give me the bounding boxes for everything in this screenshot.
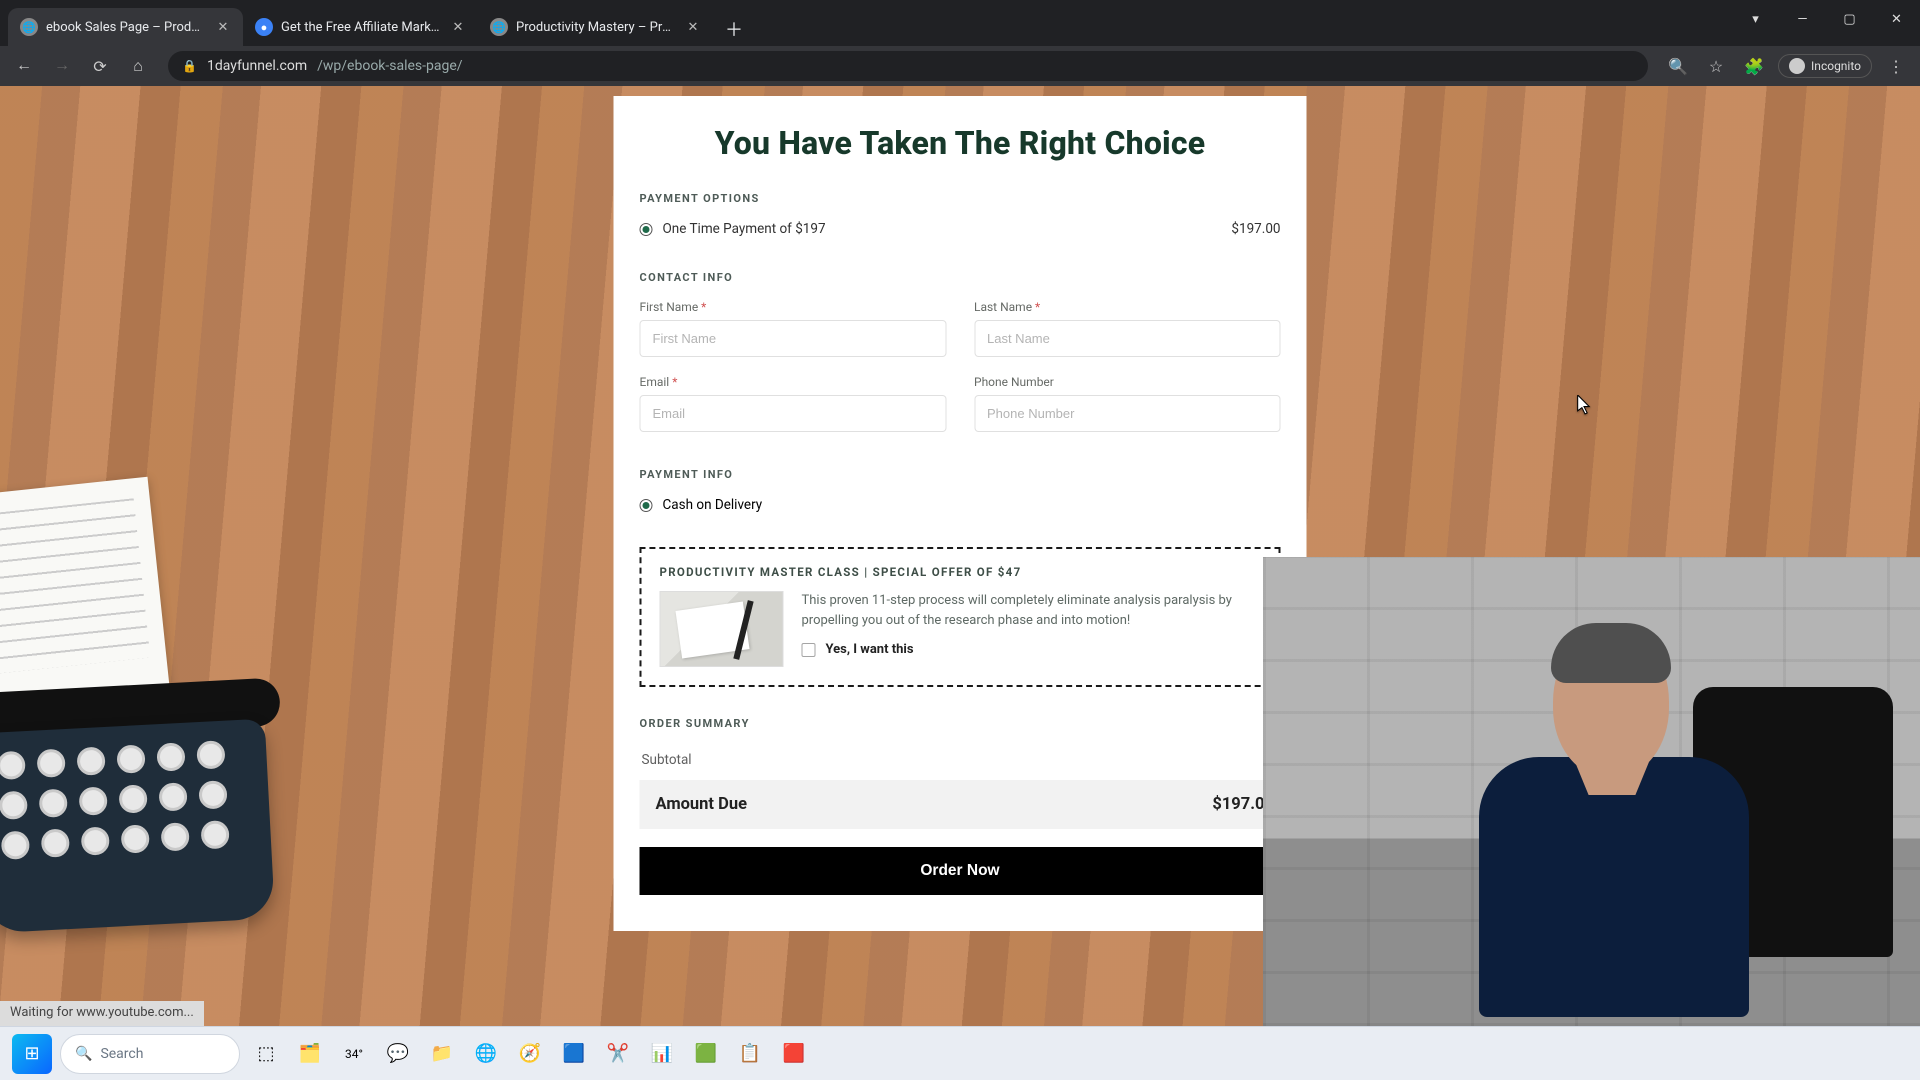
teams-icon[interactable]: 💬 bbox=[380, 1036, 416, 1072]
windows-taskbar: ⊞ 🔍 Search ⬚ 🗂️ 34° 💬 📁 🌐 🧭 🟦 ✂️ 📊 🟩 📋 🟥 bbox=[0, 1026, 1920, 1080]
site-icon: ● bbox=[255, 18, 273, 36]
checkbox-icon bbox=[802, 643, 816, 657]
search-icon: 🔍 bbox=[75, 1046, 92, 1062]
start-button[interactable]: ⊞ bbox=[12, 1034, 52, 1074]
webcam-overlay bbox=[1263, 557, 1920, 1026]
browser-toolbar: ← → ⟳ ⌂ 🔒 1dayfunnel.com/wp/ebook-sales-… bbox=[0, 46, 1920, 86]
globe-icon: 🌐 bbox=[490, 18, 508, 36]
amount-due-label: Amount Due bbox=[656, 795, 747, 814]
last-name-label: Last Name * bbox=[974, 300, 1281, 314]
close-icon[interactable]: ✕ bbox=[685, 19, 701, 35]
incognito-icon bbox=[1789, 58, 1805, 74]
globe-icon: 🌐 bbox=[20, 18, 38, 36]
email-input[interactable] bbox=[640, 395, 947, 432]
address-bar[interactable]: 🔒 1dayfunnel.com/wp/ebook-sales-page/ bbox=[168, 51, 1648, 81]
decorative-typewriter bbox=[0, 526, 320, 946]
payment-method-radio[interactable]: Cash on Delivery bbox=[640, 497, 1281, 513]
folder-icon[interactable]: 📁 bbox=[424, 1036, 460, 1072]
edge-icon[interactable]: 🧭 bbox=[512, 1036, 548, 1072]
contact-info-heading: CONTACT INFO bbox=[640, 271, 1281, 284]
maximize-icon[interactable]: ▢ bbox=[1826, 0, 1873, 38]
checkout-card: You Have Taken The Right Choice PAYMENT … bbox=[614, 96, 1307, 931]
offer-checkbox-label: Yes, I want this bbox=[826, 642, 914, 657]
browser-status-text: Waiting for www.youtube.com... bbox=[0, 1001, 204, 1026]
tab-1[interactable]: 🌐 ebook Sales Page – Productivity ✕ bbox=[8, 8, 243, 46]
special-offer-box: PRODUCTIVITY MASTER CLASS | SPECIAL OFFE… bbox=[640, 547, 1281, 687]
file-explorer-icon[interactable]: 🗂️ bbox=[292, 1036, 328, 1072]
payment-options-heading: PAYMENT OPTIONS bbox=[640, 192, 1281, 205]
chrome-icon[interactable]: 🌐 bbox=[468, 1036, 504, 1072]
url-path: /wp/ebook-sales-page/ bbox=[317, 58, 462, 74]
tab-2[interactable]: ● Get the Free Affiliate Marketing ✕ bbox=[243, 8, 478, 46]
camtasia-icon[interactable]: 🟥 bbox=[776, 1036, 812, 1072]
url-domain: 1dayfunnel.com bbox=[207, 58, 307, 74]
menu-icon[interactable]: ⋮ bbox=[1882, 52, 1910, 80]
chevron-down-icon[interactable]: ▾ bbox=[1732, 0, 1779, 38]
order-now-button[interactable]: Order Now bbox=[640, 847, 1281, 895]
tab-3[interactable]: 🌐 Productivity Mastery – Producti ✕ bbox=[478, 8, 713, 46]
payment-option-price: $197.00 bbox=[1231, 221, 1280, 237]
skype-icon[interactable]: 🟦 bbox=[556, 1036, 592, 1072]
minimize-icon[interactable]: ― bbox=[1779, 0, 1826, 38]
first-name-label: First Name * bbox=[640, 300, 947, 314]
amount-due-value: $197.0 bbox=[1212, 795, 1264, 814]
forward-button[interactable]: → bbox=[48, 52, 76, 80]
extensions-icon[interactable]: 🧩 bbox=[1740, 52, 1768, 80]
payment-option-text: One Time Payment of $197 bbox=[663, 221, 826, 237]
tab-2-label: Get the Free Affiliate Marketing bbox=[281, 20, 442, 35]
app-icon[interactable]: 🟩 bbox=[688, 1036, 724, 1072]
incognito-label: Incognito bbox=[1811, 59, 1861, 73]
bookmark-icon[interactable]: ☆ bbox=[1702, 52, 1730, 80]
close-icon[interactable]: ✕ bbox=[450, 19, 466, 35]
first-name-input[interactable] bbox=[640, 320, 947, 357]
last-name-input[interactable] bbox=[974, 320, 1281, 357]
page-viewport: You Have Taken The Right Choice PAYMENT … bbox=[0, 86, 1920, 1026]
reload-button[interactable]: ⟳ bbox=[86, 52, 114, 80]
radio-icon bbox=[640, 223, 653, 236]
taskbar-search[interactable]: 🔍 Search bbox=[60, 1034, 240, 1074]
excel-icon[interactable]: 📊 bbox=[644, 1036, 680, 1072]
page-title: You Have Taken The Right Choice bbox=[640, 124, 1281, 162]
close-icon[interactable]: ✕ bbox=[215, 19, 231, 35]
phone-input[interactable] bbox=[974, 395, 1281, 432]
email-label: Email * bbox=[640, 375, 947, 389]
offer-description: This proven 11-step process will complet… bbox=[802, 591, 1261, 630]
offer-title: PRODUCTIVITY MASTER CLASS | SPECIAL OFFE… bbox=[660, 565, 1261, 579]
taskbar-search-placeholder: Search bbox=[100, 1046, 143, 1062]
subtotal-label: Subtotal bbox=[642, 752, 692, 768]
zoom-icon[interactable]: 🔍 bbox=[1664, 52, 1692, 80]
tab-3-label: Productivity Mastery – Producti bbox=[516, 20, 677, 35]
notes-icon[interactable]: 📋 bbox=[732, 1036, 768, 1072]
home-button[interactable]: ⌂ bbox=[124, 52, 152, 80]
payment-info-heading: PAYMENT INFO bbox=[640, 468, 1281, 481]
weather-icon[interactable]: 34° bbox=[336, 1036, 372, 1072]
window-close-icon[interactable]: ✕ bbox=[1873, 0, 1920, 38]
tab-1-label: ebook Sales Page – Productivity bbox=[46, 20, 207, 35]
payment-method-text: Cash on Delivery bbox=[663, 497, 763, 513]
order-summary-heading: ORDER SUMMARY bbox=[640, 717, 1281, 730]
radio-icon bbox=[640, 499, 653, 512]
snip-icon[interactable]: ✂️ bbox=[600, 1036, 636, 1072]
payment-option-radio[interactable]: One Time Payment of $197 bbox=[640, 221, 826, 237]
offer-checkbox[interactable]: Yes, I want this bbox=[802, 642, 1261, 657]
lock-icon: 🔒 bbox=[182, 59, 197, 73]
phone-label: Phone Number bbox=[974, 375, 1281, 389]
back-button[interactable]: ← bbox=[10, 52, 38, 80]
browser-tab-strip: 🌐 ebook Sales Page – Productivity ✕ ● Ge… bbox=[0, 0, 1920, 46]
incognito-badge[interactable]: Incognito bbox=[1778, 54, 1872, 78]
offer-thumbnail bbox=[660, 591, 784, 667]
task-view-icon[interactable]: ⬚ bbox=[248, 1036, 284, 1072]
new-tab-button[interactable]: ＋ bbox=[713, 12, 755, 46]
